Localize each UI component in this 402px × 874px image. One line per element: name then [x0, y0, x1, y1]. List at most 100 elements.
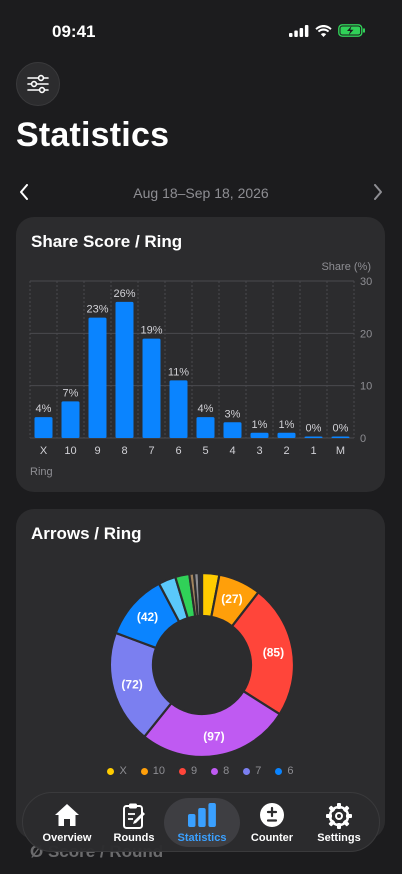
x-axis-label: Ring: [30, 466, 53, 478]
donut-slice: [199, 571, 204, 618]
legend-item: 9: [179, 765, 197, 777]
arrows-ring-card-title: Arrows / Ring: [31, 524, 142, 543]
share-score-card: Share Score / Ring 0 10 20 30 Share (%) 4% X 7%…: [16, 217, 385, 492]
x-tick-label: 5: [202, 445, 208, 457]
arrows-ring-card: Arrows / Ring (27) (85) (97) (72) (42) X 10 9 8…: [16, 509, 385, 839]
tab-overview-label: Overview: [42, 832, 92, 844]
donut-slice-label: (85): [263, 645, 284, 659]
status-bar: 09:41: [0, 0, 402, 60]
arrows-ring-donut-chart: (27) (85) (97) (72) (42): [108, 571, 296, 759]
bar: [331, 436, 350, 438]
house-icon: [55, 804, 79, 826]
bar-value-label: 0%: [333, 423, 349, 435]
legend-item: X: [107, 765, 127, 777]
legend-swatch: [211, 767, 219, 775]
legend-swatch: [140, 767, 148, 775]
battery-charging-icon: [338, 24, 365, 37]
page-title: Statistics: [16, 116, 170, 154]
clipboard-edit-icon: [123, 803, 145, 829]
bar: [250, 432, 269, 438]
tab-settings-label: Settings: [317, 832, 361, 844]
x-tick-label: 3: [256, 445, 262, 457]
donut-slice-label: (97): [203, 730, 224, 744]
wifi-icon: [315, 24, 332, 37]
x-tick-label: 7: [148, 445, 154, 457]
x-tick-label: 1: [310, 445, 316, 457]
bar: [61, 401, 80, 438]
tab-statistics[interactable]: Statistics: [164, 798, 240, 847]
status-time: 09:41: [52, 22, 96, 41]
tab-counter[interactable]: Counter: [234, 798, 310, 847]
legend-item: 7: [243, 765, 261, 777]
bar: [223, 422, 242, 438]
legend-label: 6: [287, 765, 294, 777]
bar: [169, 380, 188, 438]
plus-minus-icon: [260, 803, 284, 827]
legend-item: 8: [211, 765, 229, 777]
sliders-icon: [27, 74, 49, 94]
bar: [277, 432, 296, 438]
bar: [142, 338, 161, 438]
bar: [196, 417, 215, 438]
bar-value-label: 26%: [113, 288, 135, 300]
next-period-button[interactable]: [367, 181, 389, 203]
legend-item: 10: [140, 765, 166, 777]
legend-label: 9: [191, 765, 198, 777]
share-score-bar-chart: 0102030Share (%)4%X7%1023%926%819%711%64…: [29, 261, 372, 478]
x-tick-label: 2: [283, 445, 289, 457]
bar-value-label: 23%: [86, 304, 108, 316]
x-tick-label: M: [336, 445, 345, 457]
legend-swatch: [179, 767, 187, 775]
donut-legend: X 10 9 8 7 6: [16, 765, 385, 777]
x-tick-label: 8: [121, 445, 127, 457]
legend-label: 8: [223, 765, 230, 777]
tab-overview[interactable]: Overview: [29, 798, 105, 847]
bar-value-label: 11%: [168, 366, 189, 378]
x-tick-label: 4: [229, 445, 235, 457]
tab-settings[interactable]: Settings: [301, 798, 377, 847]
legend-label: 10: [152, 765, 166, 777]
bar-value-label: 3%: [225, 408, 241, 420]
y-axis-label: Share (%): [321, 261, 371, 273]
bar: [304, 436, 323, 438]
x-tick-label: 9: [94, 445, 100, 457]
donut-slice-label: (72): [121, 677, 142, 691]
donut-slice-label: (42): [137, 610, 158, 624]
status-icons: [289, 24, 366, 37]
bar-value-label: 1%: [252, 419, 268, 431]
legend-swatch: [243, 767, 251, 775]
tab-rounds[interactable]: Rounds: [96, 798, 172, 847]
y-tick-label: 30: [360, 276, 372, 288]
tab-statistics-label: Statistics: [177, 832, 227, 844]
legend-label: X: [119, 765, 127, 777]
bar: [34, 417, 53, 438]
bar: [88, 317, 107, 438]
chevron-right-icon: [374, 184, 382, 200]
donut-slice-label: (27): [221, 592, 242, 606]
date-range-label: Aug 18–Sep 18, 2026: [133, 185, 269, 201]
bar-value-label: 1%: [279, 419, 295, 431]
x-tick-label: X: [40, 445, 48, 457]
y-tick-label: 10: [360, 381, 372, 393]
x-tick-label: 6: [175, 445, 181, 457]
legend-item: 6: [275, 765, 294, 777]
bar-value-label: 4%: [36, 403, 52, 415]
tab-counter-label: Counter: [250, 832, 294, 844]
legend-swatch: [107, 767, 115, 775]
signal-icon: [289, 24, 309, 37]
bar: [115, 301, 134, 438]
date-navigator: Aug 18–Sep 18, 2026: [0, 178, 402, 208]
bar-value-label: 19%: [140, 325, 162, 337]
legend-swatch: [275, 767, 283, 775]
gear-icon: [326, 803, 352, 829]
y-tick-label: 0: [360, 433, 366, 445]
bar-value-label: 0%: [306, 423, 322, 435]
y-tick-label: 20: [360, 328, 372, 340]
x-tick-label: 10: [64, 445, 76, 457]
filter-button[interactable]: [16, 62, 60, 106]
tab-rounds-label: Rounds: [113, 832, 155, 844]
tab-bar: Overview Rounds Statistics Counter Setti…: [22, 792, 380, 852]
legend-label: 7: [255, 765, 262, 777]
bar-chart-icon: [188, 803, 216, 827]
bar-value-label: 4%: [198, 403, 214, 415]
